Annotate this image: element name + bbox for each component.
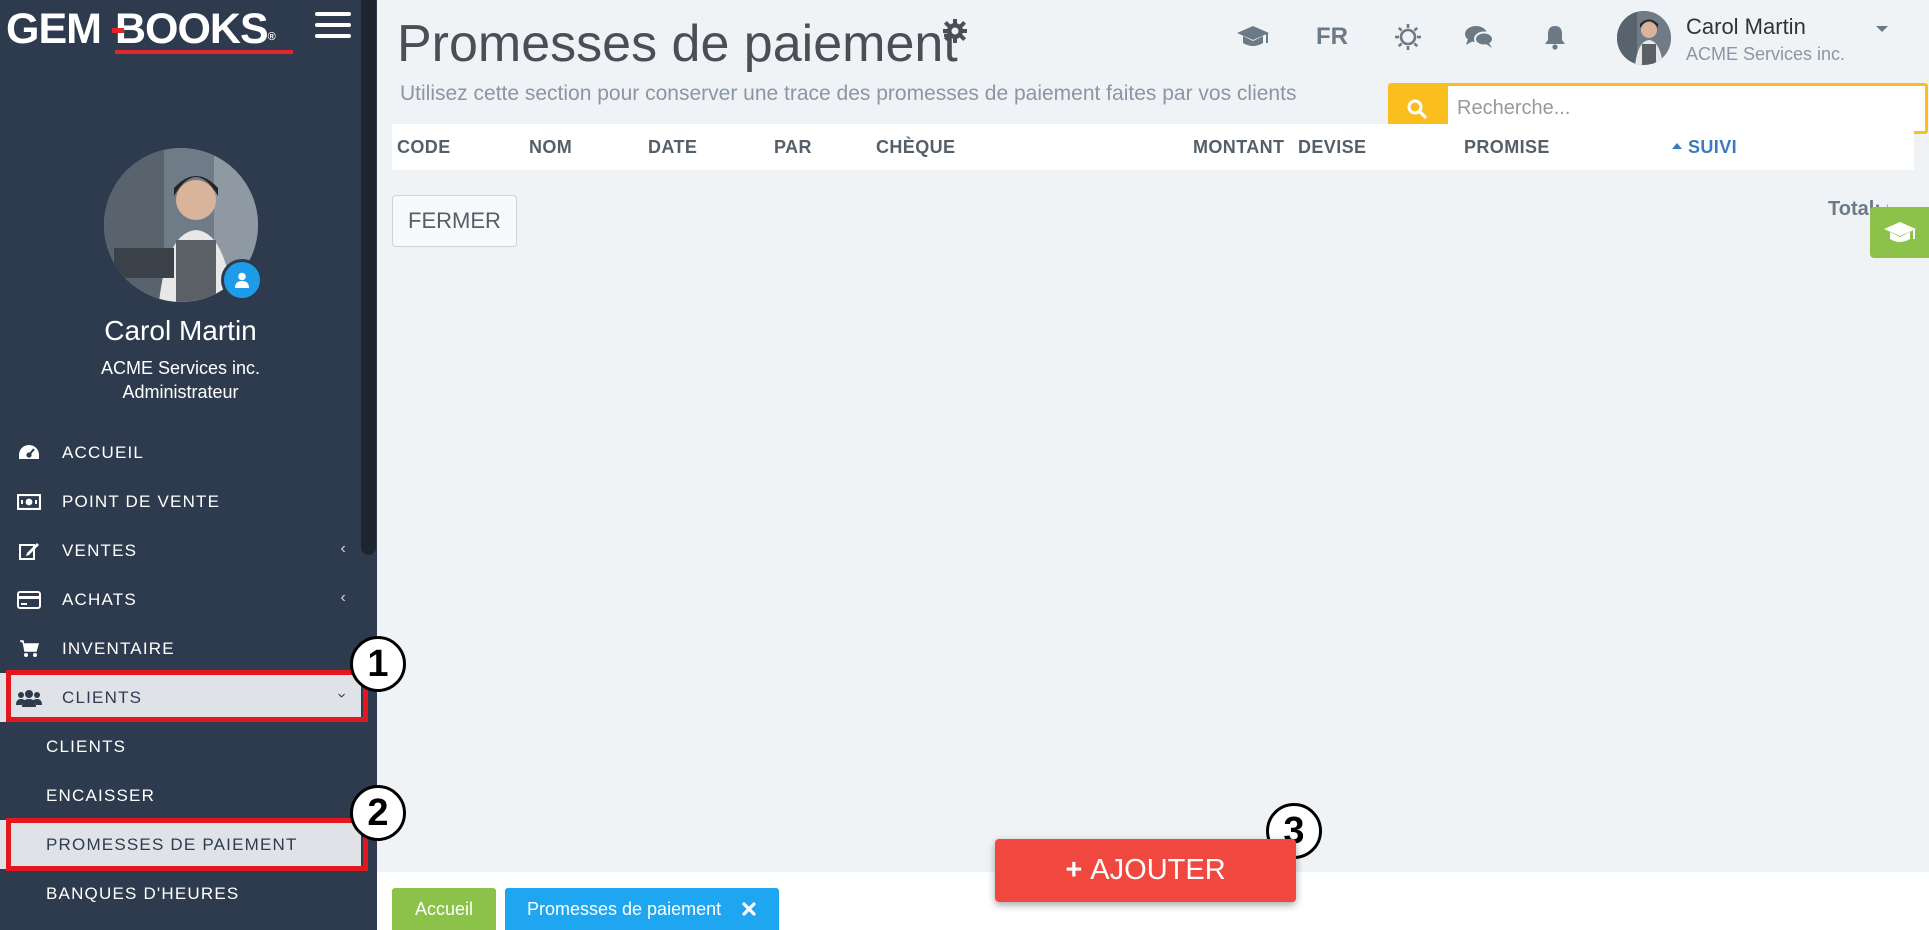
sidebar-item-label: POINT DE VENTE [62,491,221,511]
column-header-par[interactable]: PAR [774,137,812,158]
chevron-down-icon: › [333,692,351,700]
column-header-suivi[interactable]: SUIVI [1672,137,1737,158]
logo-registered-mark: ® [267,31,276,43]
user-avatar[interactable] [1617,11,1671,65]
column-header-nom[interactable]: NOM [529,137,572,158]
sort-asc-icon [1672,143,1682,150]
credit-card-icon [16,590,42,610]
sidebar-item-clients[interactable]: CLIENTS › [0,673,361,722]
sidebar-subitem-label: PROMESSES DE PAIEMENT [46,834,298,854]
bell-icon[interactable] [1538,22,1572,52]
menu-toggle-icon[interactable] [315,12,351,42]
add-button-label: AJOUTER [1090,854,1226,886]
sidebar-subitem-label: CLIENTS [46,736,127,756]
column-header-code[interactable]: CODE [397,137,451,158]
graduation-cap-icon[interactable] [1236,22,1270,52]
user-role-badge [221,259,263,301]
chevron-left-icon: ‹ [340,589,347,606]
logo-text-right: BOOKS [114,5,269,53]
header-user-name[interactable]: Carol Martin [1686,14,1806,40]
sidebar-subitem-encaisser[interactable]: ENCAISSER [0,771,361,820]
sidebar-subitem-promesses-de-paiement[interactable]: PROMESSES DE PAIEMENT [0,820,361,869]
sidebar-item-label: CLIENTS [62,687,143,707]
sidebar: GEM BOOKS® Carol Martin ACME Services inc… [0,0,377,930]
close-button[interactable]: FERMER [392,195,517,247]
chat-icon[interactable] [1462,22,1496,52]
language-selector[interactable]: FR [1316,23,1348,51]
step-marker-1: 1 [350,636,406,692]
help-tab[interactable] [1870,207,1929,258]
profile-name: Carol Martin [104,315,257,346]
column-header-montant[interactable]: MONTANT [1193,137,1284,158]
sidebar-subitem-label: BANQUES D'HEURES [46,883,240,903]
sidebar-item-label: ACCUEIL [62,442,145,462]
profile-role: Administrateur [122,382,239,402]
add-button[interactable]: + AJOUTER [995,839,1296,902]
app-logo[interactable]: GEM BOOKS® [6,4,298,54]
header-user-company: ACME Services inc. [1686,44,1846,64]
chevron-left-icon: ‹ [340,540,347,557]
sidebar-item-achats[interactable]: ACHATS ‹ [0,575,361,624]
column-header-cheque[interactable]: CHÈQUE [876,137,955,158]
table-header: CODE NOM DATE PAR CHÈQUE MONTANT DEVISE … [392,124,1914,170]
users-icon [16,688,42,708]
sidebar-subitem-clients[interactable]: CLIENTS [0,722,361,771]
sidebar-subitem-banques-dheures[interactable]: BANQUES D'HEURES [0,869,361,918]
step-marker-2: 2 [350,785,406,841]
column-header-devise[interactable]: DEVISE [1298,137,1366,158]
footer-tab-accueil[interactable]: Accueil [392,888,496,930]
graduation-cap-icon [1884,221,1916,242]
caret-down-icon[interactable] [1876,26,1888,32]
sidebar-subitem-label: ENCAISSER [46,785,156,805]
cash-icon [16,492,42,512]
profile-company: ACME Services inc. [100,358,261,378]
page-title: Promesses de paiement [397,15,958,73]
plus-icon: + [1065,854,1083,886]
column-header-date[interactable]: DATE [648,137,697,158]
sidebar-item-accueil[interactable]: ACCUEIL [0,428,361,477]
logo-text-left: GEM [6,5,102,53]
footer-tab-promesses-de-paiement[interactable]: Promesses de paiement [505,888,779,930]
sidebar-item-point-de-vente[interactable]: POINT DE VENTE [0,477,361,526]
sidebar-item-label: ACHATS [62,589,137,609]
logo-dash [112,28,124,33]
edit-icon [16,541,42,561]
logo-underline [115,50,293,54]
dashboard-icon [16,443,42,463]
page-subtitle: Utilisez cette section pour conserver un… [400,82,1297,105]
sidebar-item-inventaire[interactable]: INVENTAIRE [0,624,361,673]
cart-icon [16,639,42,659]
gear-icon[interactable] [942,18,968,44]
column-header-promise[interactable]: PROMISE [1464,137,1550,158]
sidebar-item-ventes[interactable]: VENTES ‹ [0,526,361,575]
sidebar-item-label: VENTES [62,540,138,560]
sidebar-scrollbar[interactable] [361,0,376,555]
user-icon [235,272,249,288]
sidebar-item-label: INVENTAIRE [62,638,175,658]
brightness-icon[interactable] [1391,22,1425,52]
close-icon[interactable] [742,902,756,916]
search-icon [1407,99,1427,119]
